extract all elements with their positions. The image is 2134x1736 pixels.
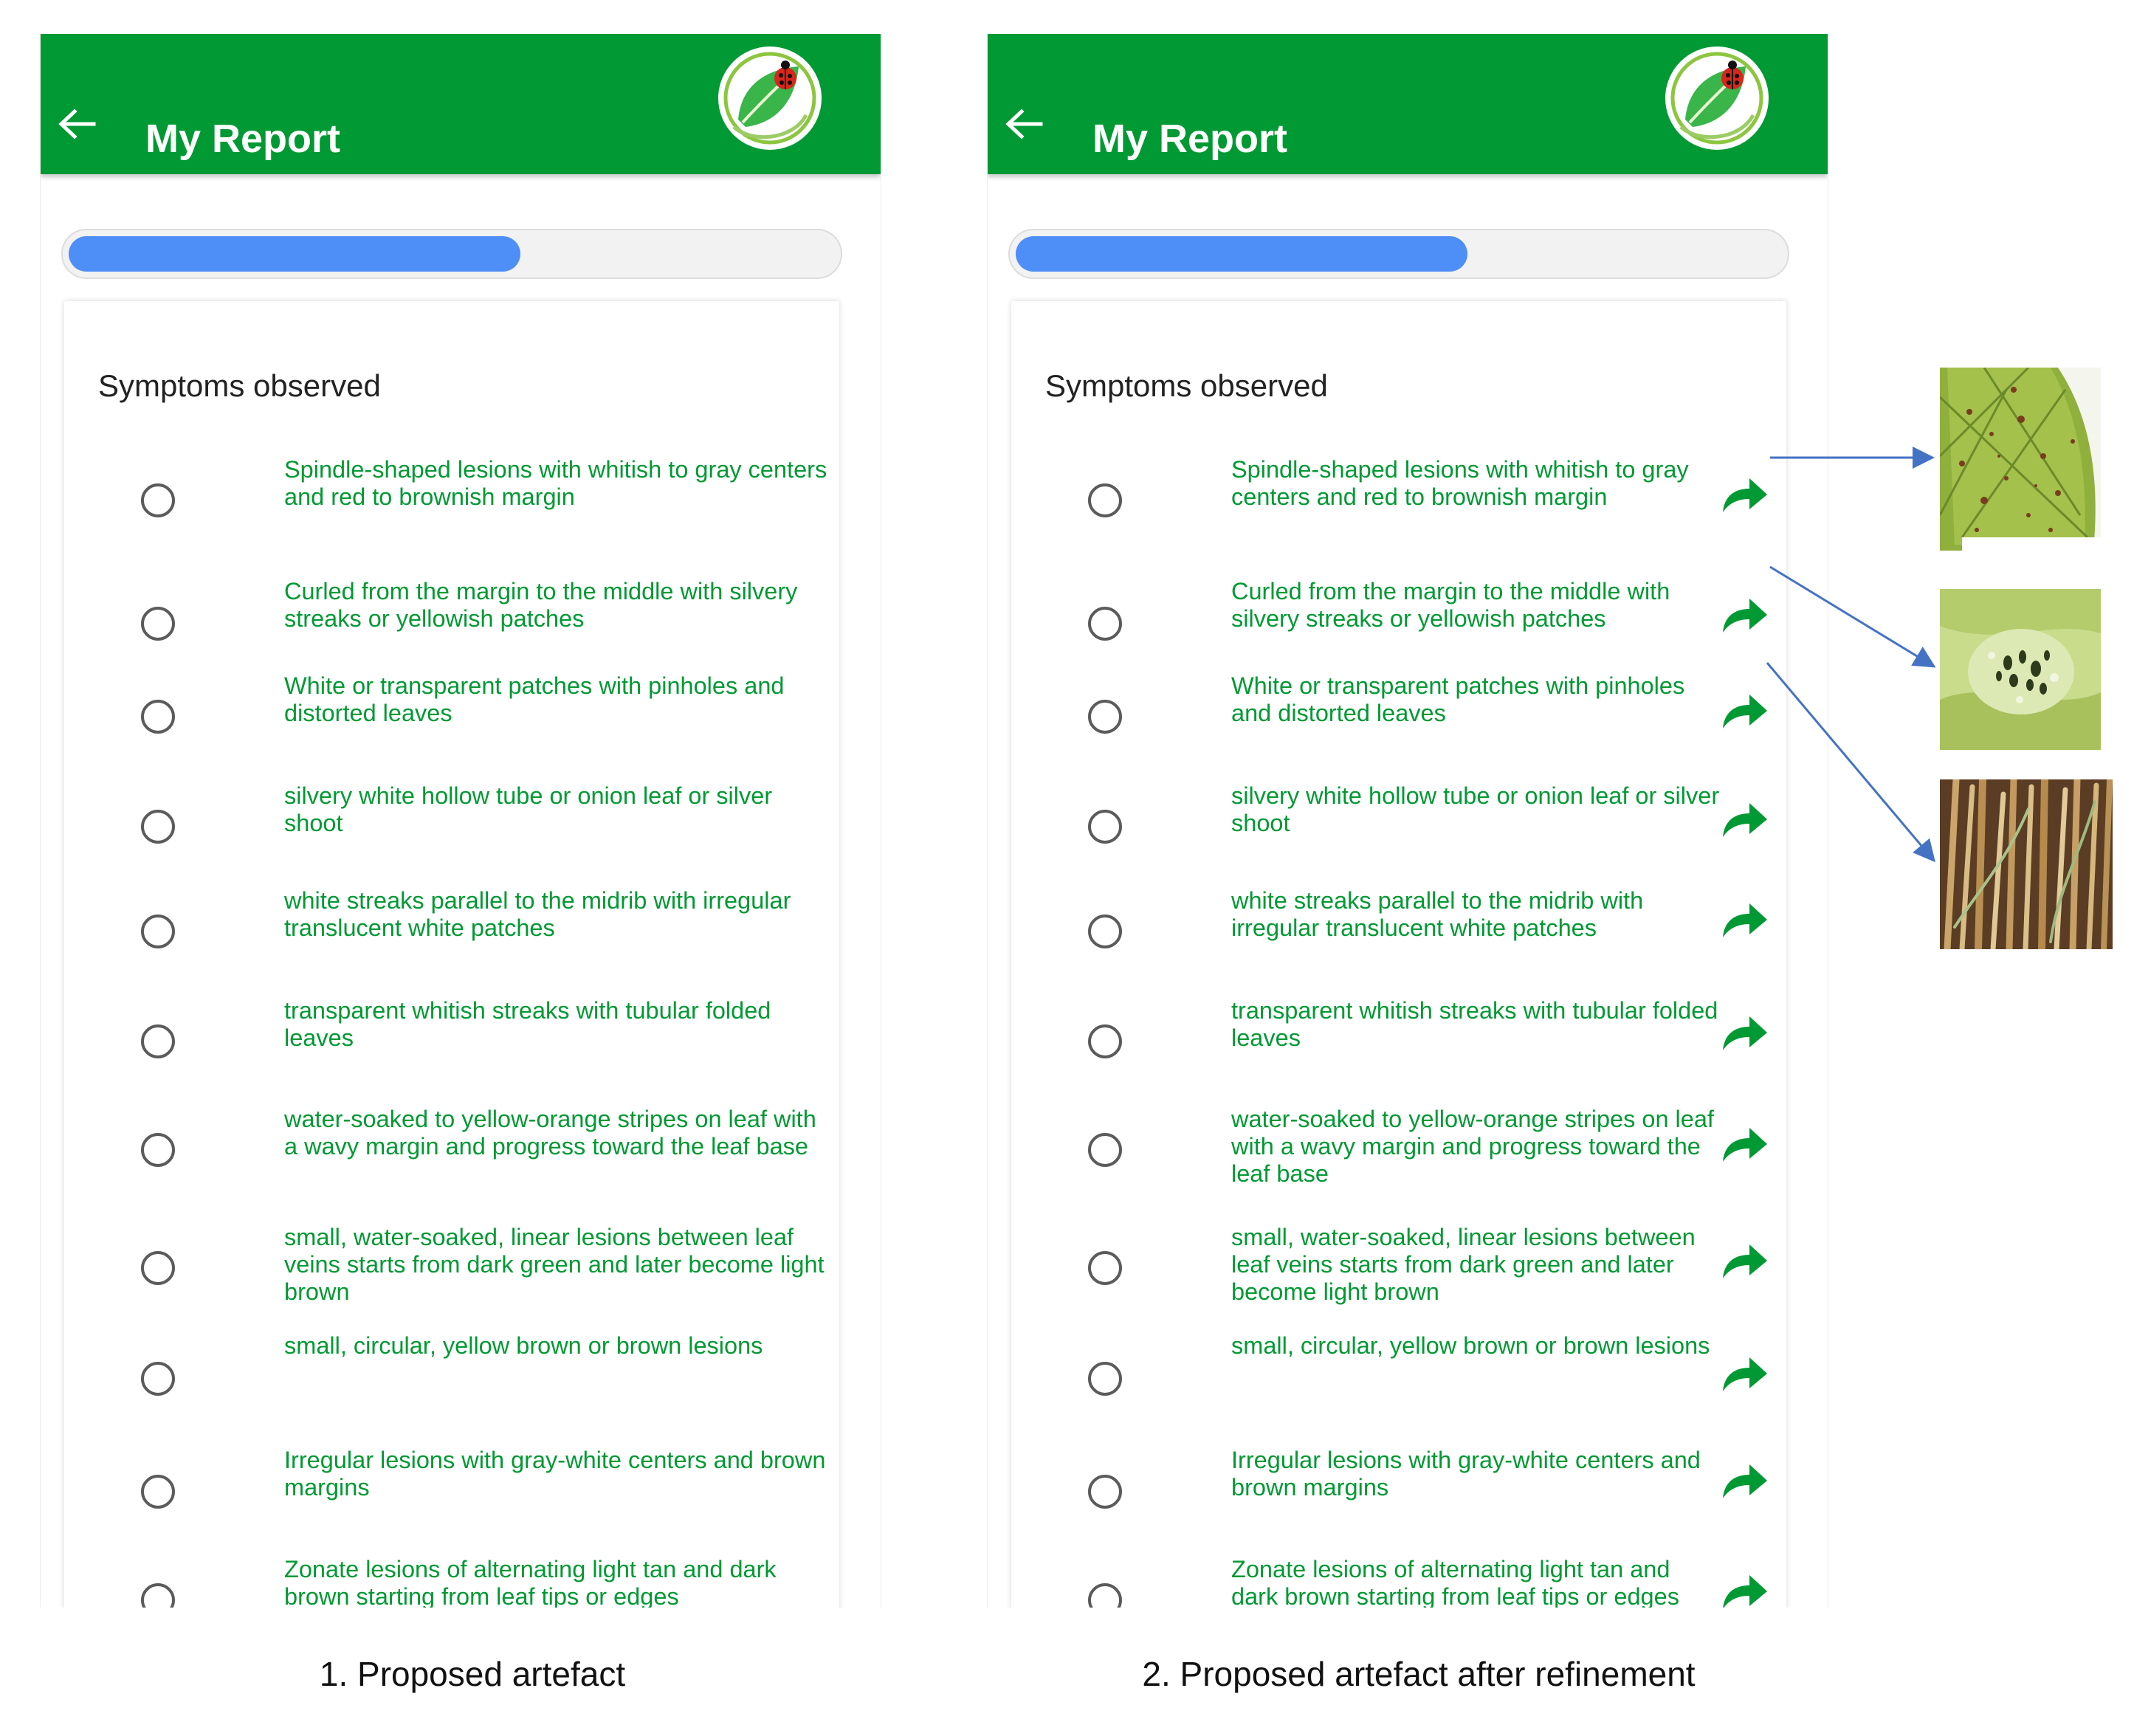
progress-bar [61, 229, 842, 279]
symptoms-card: Symptoms observed Spindle-shaped lesions… [1011, 301, 1786, 1608]
symptom-label: Spindle-shaped lesions with whitish to g… [1231, 456, 1689, 510]
symptom-label: water-soaked to yellow-orange stripes on… [1231, 1106, 1714, 1187]
section-title: Symptoms observed [1045, 368, 1328, 403]
symptom-label: Irregular lesions with gray-white center… [1231, 1447, 1701, 1501]
radio-unchecked-icon[interactable] [141, 914, 175, 948]
ladybug-leaf-logo [718, 46, 822, 150]
section-title: Symptoms observed [98, 368, 381, 403]
phone-panel-original: My Report Symptoms observed Spindle-shap… [40, 34, 881, 1608]
progress-bar [1008, 229, 1789, 279]
symptom-label: silvery white hollow tube or onion leaf … [284, 782, 773, 836]
share-arrow-icon[interactable] [1720, 900, 1769, 940]
share-arrow-icon[interactable] [1720, 1572, 1769, 1608]
symptom-label: Curled from the margin to the middle wit… [284, 578, 798, 632]
share-arrow-icon[interactable] [1720, 1354, 1769, 1394]
symptom-label: small, circular, yellow brown or brown l… [1231, 1332, 1710, 1359]
radio-unchecked-icon[interactable] [141, 607, 175, 641]
app-title: My Report [145, 117, 341, 161]
symptom-label: White or transparent patches with pinhol… [1231, 672, 1685, 726]
symptom-label: white streaks parallel to the midrib wit… [284, 887, 791, 941]
share-arrow-icon[interactable] [1720, 596, 1769, 636]
radio-unchecked-icon[interactable] [1088, 483, 1122, 517]
symptom-photo-spotted-leaf [1940, 368, 2101, 551]
symptom-label: Zonate lesions of alternating light tan … [1231, 1556, 1679, 1608]
symptom-label: Zonate lesions of alternating light tan … [284, 1556, 777, 1608]
progress-bar-fill [69, 236, 520, 272]
share-arrow-icon[interactable] [1720, 1125, 1769, 1165]
share-arrow-icon[interactable] [1720, 692, 1769, 731]
symptom-label: Spindle-shaped lesions with whitish to g… [284, 456, 827, 510]
share-arrow-icon[interactable] [1720, 800, 1769, 840]
symptom-label: water-soaked to yellow-orange stripes on… [284, 1106, 816, 1160]
share-arrow-icon[interactable] [1720, 1241, 1769, 1281]
share-arrow-icon[interactable] [1720, 1013, 1769, 1053]
symptoms-card: Symptoms observed Spindle-shaped lesions… [64, 301, 839, 1608]
radio-unchecked-icon[interactable] [141, 810, 175, 844]
phone-panel-refined: My Report Symptoms observed Spindle-shap… [987, 34, 1828, 1608]
ladybug-leaf-logo [1665, 46, 1769, 150]
symptom-label: white streaks parallel to the midrib wit… [1231, 887, 1644, 941]
radio-unchecked-icon[interactable] [141, 1133, 175, 1167]
symptom-label: Curled from the margin to the middle wit… [1231, 578, 1670, 632]
symptom-label: White or transparent patches with pinhol… [284, 672, 785, 726]
radio-unchecked-icon[interactable] [1088, 914, 1122, 948]
symptom-photo-insect-damaged-leaf [1940, 589, 2101, 750]
radio-unchecked-icon[interactable] [1088, 1362, 1122, 1396]
share-arrow-icon[interactable] [1720, 1461, 1769, 1501]
caption-refined-artefact: 2. Proposed artefact after refinement [1142, 1655, 1696, 1693]
symptom-label: Irregular lesions with gray-white center… [284, 1447, 826, 1501]
symptom-label: transparent whitish streaks with tubular… [1231, 997, 1718, 1051]
radio-unchecked-icon[interactable] [1088, 607, 1122, 641]
progress-bar-fill [1016, 236, 1467, 272]
radio-unchecked-icon[interactable] [141, 1024, 175, 1058]
share-arrow-icon[interactable] [1720, 475, 1769, 515]
symptom-photo-dry-rice-leaves [1940, 779, 2113, 949]
caption-proposed-artefact: 1. Proposed artefact [319, 1655, 626, 1693]
radio-unchecked-icon[interactable] [1088, 1251, 1122, 1285]
radio-unchecked-icon[interactable] [141, 1362, 175, 1396]
radio-unchecked-icon[interactable] [1088, 1583, 1122, 1608]
arrow-left-icon[interactable] [57, 108, 98, 140]
symptom-label: silvery white hollow tube or onion leaf … [1231, 782, 1720, 836]
app-title: My Report [1092, 117, 1288, 161]
app-bar: My Report [41, 34, 881, 174]
symptom-label: transparent whitish streaks with tubular… [284, 997, 771, 1051]
radio-unchecked-icon[interactable] [141, 700, 175, 734]
radio-unchecked-icon[interactable] [141, 1475, 175, 1509]
radio-unchecked-icon[interactable] [1088, 1475, 1122, 1509]
arrow-left-icon[interactable] [1004, 108, 1045, 140]
radio-unchecked-icon[interactable] [1088, 700, 1122, 734]
radio-unchecked-icon[interactable] [1088, 1133, 1122, 1167]
symptom-label: small, water-soaked, linear lesions betw… [284, 1224, 825, 1305]
symptom-label: small, water-soaked, linear lesions betw… [1231, 1224, 1696, 1305]
radio-unchecked-icon[interactable] [141, 1583, 175, 1608]
radio-unchecked-icon[interactable] [141, 1251, 175, 1285]
radio-unchecked-icon[interactable] [1088, 810, 1122, 844]
radio-unchecked-icon[interactable] [1088, 1024, 1122, 1058]
symptom-label: small, circular, yellow brown or brown l… [284, 1332, 763, 1359]
radio-unchecked-icon[interactable] [141, 483, 175, 517]
app-bar: My Report [988, 34, 1828, 174]
